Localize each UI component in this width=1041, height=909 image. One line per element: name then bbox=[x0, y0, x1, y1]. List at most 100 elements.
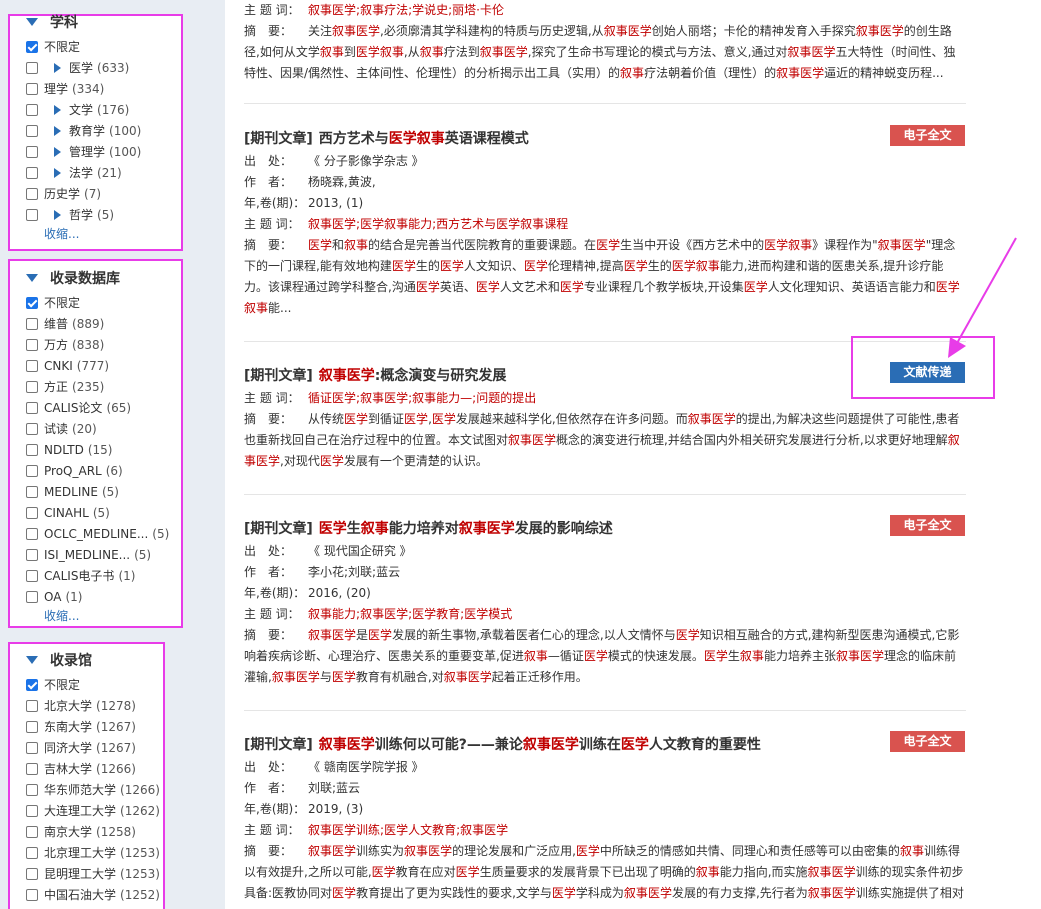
library-item-label[interactable]: 东南大学 bbox=[44, 718, 92, 735]
record-keywords[interactable]: 叙事能力;叙事医学;医学教育;医学模式 bbox=[308, 607, 512, 621]
library-checkbox[interactable] bbox=[26, 867, 38, 880]
database-checkbox[interactable] bbox=[26, 359, 38, 372]
expand-triangle-icon[interactable] bbox=[54, 167, 61, 178]
library-item[interactable]: 大连理工大学 (1262) bbox=[10, 800, 163, 821]
expand-triangle-icon[interactable] bbox=[54, 104, 61, 115]
database-item[interactable]: 试读 (20) bbox=[10, 418, 181, 439]
database-checkbox[interactable] bbox=[26, 296, 38, 309]
subject-item-label[interactable]: 法学 bbox=[69, 164, 93, 181]
record-author[interactable]: 刘联;蓝云 bbox=[308, 781, 360, 795]
subject-item-label[interactable]: 理学 bbox=[44, 80, 68, 97]
expand-triangle-icon[interactable] bbox=[54, 146, 61, 157]
library-item-label[interactable]: 中国石油大学 bbox=[44, 886, 116, 903]
library-item-label[interactable]: 吉林大学 bbox=[44, 760, 92, 777]
subject-item[interactable]: 管理学 (100) bbox=[10, 141, 181, 162]
subject-item[interactable]: 教育学 (100) bbox=[10, 120, 181, 141]
subject-checkbox[interactable] bbox=[26, 208, 38, 221]
subject-item-label[interactable]: 历史学 bbox=[44, 185, 80, 202]
subject-checkbox[interactable] bbox=[26, 124, 38, 137]
record-title[interactable]: 西方艺术与医学叙事英语课程模式 bbox=[319, 131, 529, 147]
database-item[interactable]: CALIS电子书 (1) bbox=[10, 565, 181, 586]
expand-triangle-icon[interactable] bbox=[54, 209, 61, 220]
subject-item-label[interactable]: 哲学 bbox=[69, 206, 93, 223]
database-item-label[interactable]: 不限定 bbox=[44, 294, 80, 311]
facet-subject-collapse-link[interactable]: 收缩... bbox=[10, 225, 181, 245]
library-item-label[interactable]: 不限定 bbox=[44, 676, 80, 693]
database-item[interactable]: MEDLINE (5) bbox=[10, 481, 181, 502]
subject-checkbox[interactable] bbox=[26, 166, 38, 179]
database-item-label[interactable]: MEDLINE bbox=[44, 485, 98, 499]
record-keywords[interactable]: 叙事医学;叙事疗法;学说史;丽塔·卡伦 bbox=[308, 3, 504, 17]
library-item[interactable]: 不限定 bbox=[10, 674, 163, 695]
database-item-label[interactable]: OCLC_MEDLINE... bbox=[44, 527, 148, 541]
subject-item[interactable]: 不限定 bbox=[10, 36, 181, 57]
library-checkbox[interactable] bbox=[26, 699, 38, 712]
library-checkbox[interactable] bbox=[26, 678, 38, 691]
database-item[interactable]: ProQ_ARL (6) bbox=[10, 460, 181, 481]
library-item-label[interactable]: 南京大学 bbox=[44, 823, 92, 840]
expand-triangle-icon[interactable] bbox=[54, 125, 61, 136]
database-item[interactable]: 不限定 bbox=[10, 292, 181, 313]
library-item-label[interactable]: 昆明理工大学 bbox=[44, 865, 116, 882]
record-keywords[interactable]: 叙事医学训练;医学人文教育;叙事医学 bbox=[308, 823, 508, 837]
facet-database-collapse-link[interactable]: 收缩... bbox=[10, 607, 181, 627]
record-title[interactable]: 叙事医学训练何以可能?——兼论叙事医学训练在医学人文教育的重要性 bbox=[319, 737, 761, 753]
database-item-label[interactable]: CALIS论文 bbox=[44, 399, 102, 416]
database-checkbox[interactable] bbox=[26, 569, 38, 582]
library-item-label[interactable]: 同济大学 bbox=[44, 739, 92, 756]
database-item-label[interactable]: OA bbox=[44, 590, 61, 604]
library-item[interactable]: 中国石油大学 (1252) bbox=[10, 884, 163, 905]
database-item-label[interactable]: ProQ_ARL bbox=[44, 464, 102, 478]
subject-checkbox[interactable] bbox=[26, 145, 38, 158]
database-checkbox[interactable] bbox=[26, 485, 38, 498]
subject-item-label[interactable]: 管理学 bbox=[69, 143, 105, 160]
database-item-label[interactable]: CNKI bbox=[44, 359, 73, 373]
library-item[interactable]: 南京大学 (1258) bbox=[10, 821, 163, 842]
library-item[interactable]: 北京理工大学 (1253) bbox=[10, 842, 163, 863]
database-checkbox[interactable] bbox=[26, 548, 38, 561]
subject-item-label[interactable]: 不限定 bbox=[44, 38, 80, 55]
facet-subject-header[interactable]: 学科 bbox=[10, 8, 181, 36]
library-item-label[interactable]: 华东师范大学 bbox=[44, 781, 116, 798]
database-checkbox[interactable] bbox=[26, 527, 38, 540]
database-item[interactable]: 方正 (235) bbox=[10, 376, 181, 397]
database-item[interactable]: ISI_MEDLINE... (5) bbox=[10, 544, 181, 565]
record-title[interactable]: 医学生叙事能力培养对叙事医学发展的影响综述 bbox=[319, 521, 613, 537]
subject-checkbox[interactable] bbox=[26, 40, 38, 53]
database-checkbox[interactable] bbox=[26, 338, 38, 351]
subject-item[interactable]: 理学 (334) bbox=[10, 78, 181, 99]
subject-item-label[interactable]: 文学 bbox=[69, 101, 93, 118]
record-author[interactable]: 李小花;刘联;蓝云 bbox=[308, 565, 400, 579]
database-checkbox[interactable] bbox=[26, 590, 38, 603]
database-checkbox[interactable] bbox=[26, 401, 38, 414]
database-item-label[interactable]: CALIS电子书 bbox=[44, 567, 114, 584]
library-item-label[interactable]: 大连理工大学 bbox=[44, 802, 116, 819]
library-checkbox[interactable] bbox=[26, 762, 38, 775]
expand-triangle-icon[interactable] bbox=[54, 62, 61, 73]
subject-item-label[interactable]: 医学 bbox=[69, 59, 93, 76]
record-keywords[interactable]: 叙事医学;医学叙事能力;西方艺术与医学叙事课程 bbox=[308, 217, 568, 231]
subject-checkbox[interactable] bbox=[26, 82, 38, 95]
database-item-label[interactable]: ISI_MEDLINE... bbox=[44, 548, 130, 562]
subject-item-label[interactable]: 教育学 bbox=[69, 122, 105, 139]
record-author[interactable]: 杨晓霖,黄波, bbox=[308, 175, 376, 189]
library-item[interactable]: 华东师范大学 (1266) bbox=[10, 779, 163, 800]
database-checkbox[interactable] bbox=[26, 443, 38, 456]
library-checkbox[interactable] bbox=[26, 720, 38, 733]
library-checkbox[interactable] bbox=[26, 888, 38, 901]
library-item[interactable]: 同济大学 (1267) bbox=[10, 737, 163, 758]
library-item[interactable]: 吉林大学 (1266) bbox=[10, 758, 163, 779]
database-item-label[interactable]: 试读 bbox=[44, 420, 68, 437]
subject-checkbox[interactable] bbox=[26, 61, 38, 74]
database-item[interactable]: CNKI (777) bbox=[10, 355, 181, 376]
record-source[interactable]: 《 分子影像学杂志 》 bbox=[308, 154, 424, 168]
library-item[interactable]: 东南大学 (1267) bbox=[10, 716, 163, 737]
library-checkbox[interactable] bbox=[26, 846, 38, 859]
subject-item[interactable]: 哲学 (5) bbox=[10, 204, 181, 225]
facet-library-header[interactable]: 收录馆 bbox=[10, 646, 163, 674]
library-checkbox[interactable] bbox=[26, 783, 38, 796]
library-checkbox[interactable] bbox=[26, 825, 38, 838]
facet-database-header[interactable]: 收录数据库 bbox=[10, 264, 181, 292]
library-checkbox[interactable] bbox=[26, 741, 38, 754]
fulltext-button[interactable]: 电子全文 bbox=[890, 515, 965, 536]
